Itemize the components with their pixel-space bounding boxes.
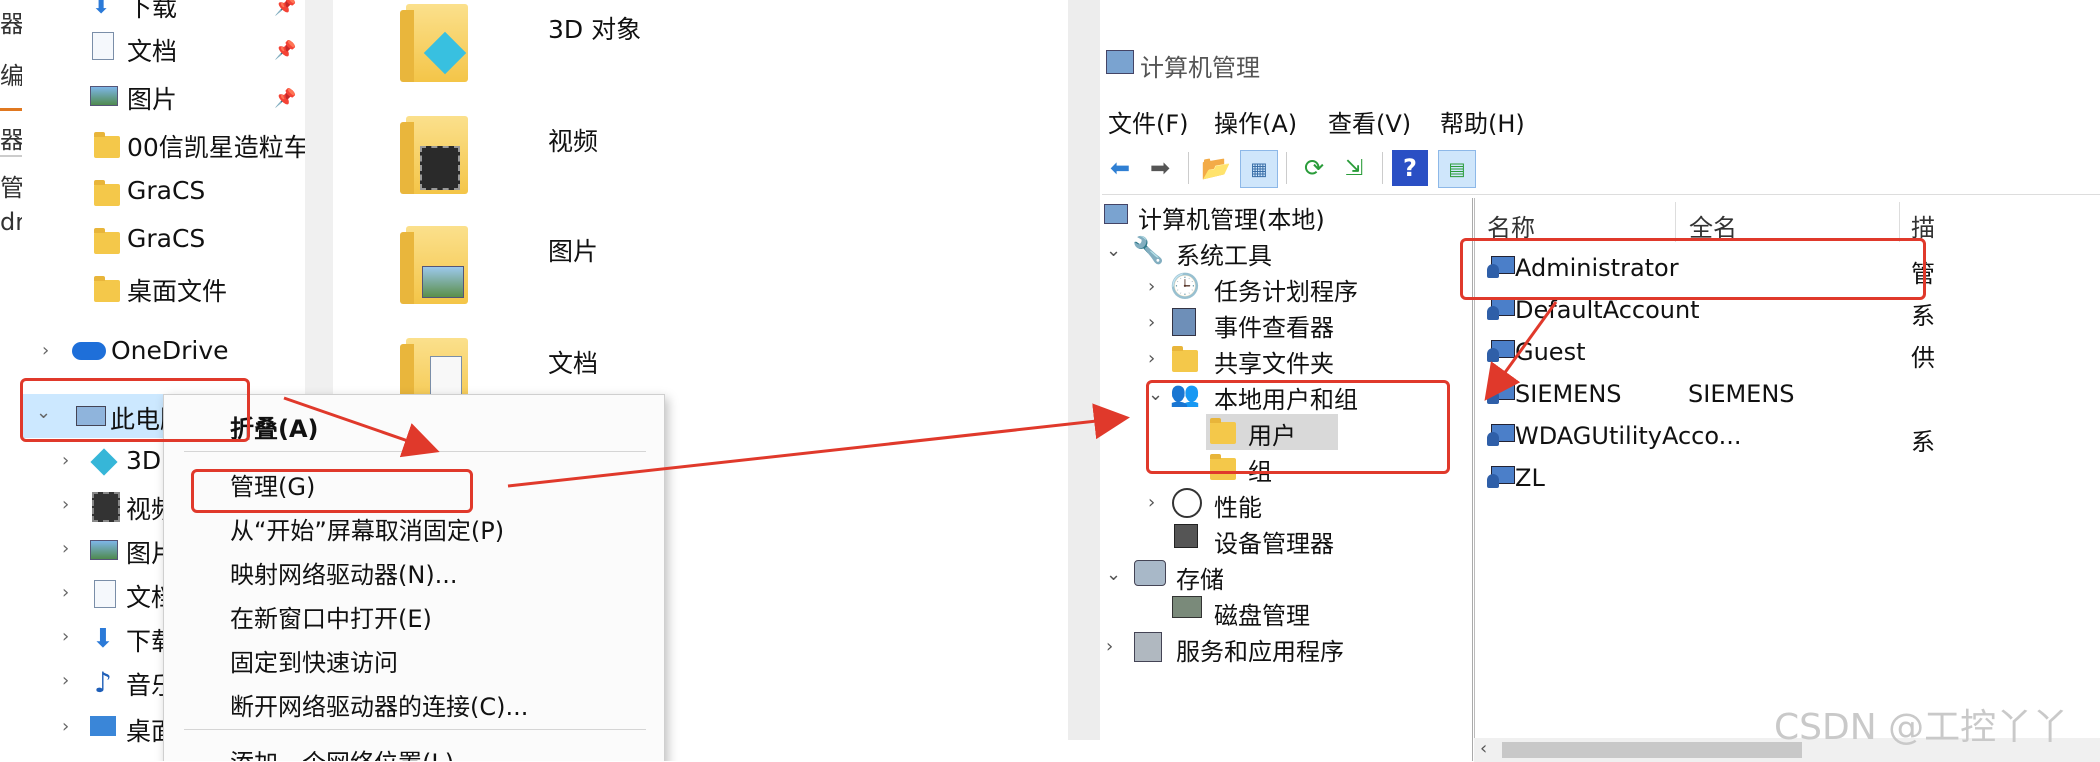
annotation-arrow [1484,301,1558,401]
watermark-text: CSDN @工控丫丫 [1774,707,2069,748]
annotation-arrows [283,301,1558,488]
annotation-arrow [507,403,1130,488]
annotation-arrow [283,396,440,458]
